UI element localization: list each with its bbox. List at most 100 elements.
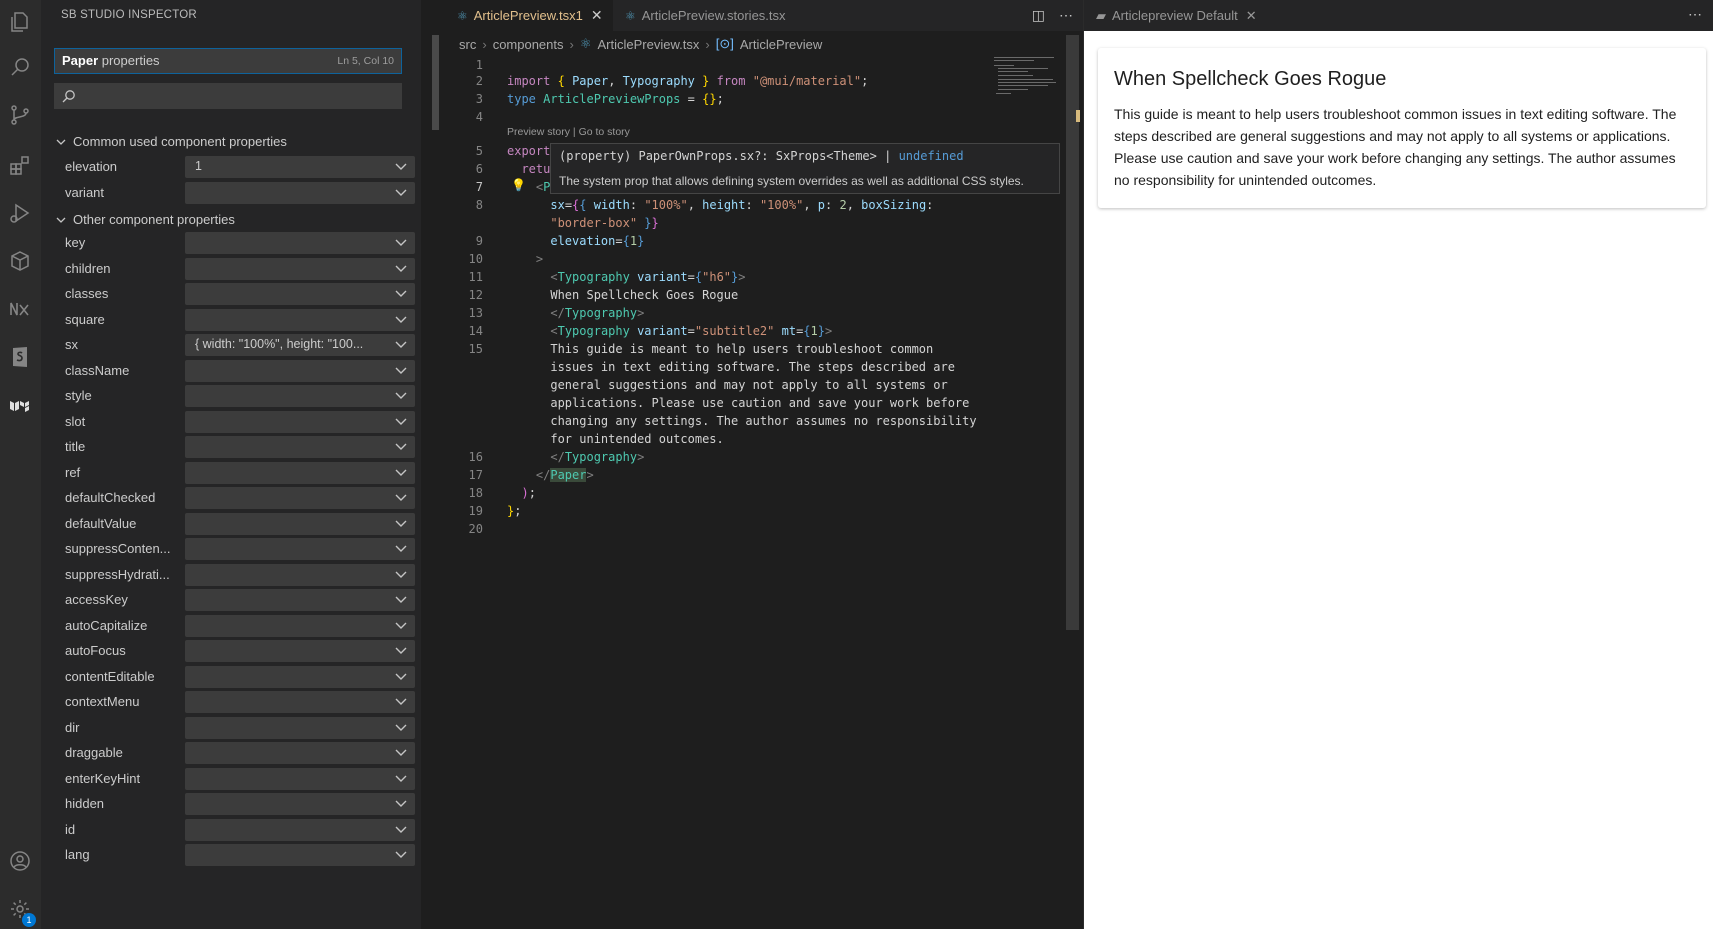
code-line-10[interactable]: > [507, 252, 543, 266]
property-value-select[interactable] [185, 640, 415, 662]
section-other-props[interactable]: Other component properties [55, 212, 235, 227]
property-value-select[interactable] [185, 232, 415, 254]
storybook-codelens[interactable]: Preview story | Go to story [507, 126, 630, 138]
code-line-18[interactable]: ); [507, 486, 535, 500]
property-row: defaultValue [41, 511, 421, 538]
property-value-select[interactable] [185, 716, 415, 739]
code-line-3[interactable]: type ArticlePreviewProps = {}; [507, 92, 724, 106]
code-line-12[interactable]: When Spellcheck Goes Rogue [507, 288, 738, 302]
property-value-select[interactable] [185, 589, 415, 611]
chevron-down-icon [395, 189, 407, 196]
property-label: key [65, 235, 86, 250]
code-line-15f[interactable]: for unintended outcomes. [507, 432, 723, 446]
property-value-select[interactable]: { width: "100%", height: "100... [185, 334, 415, 356]
explorer-icon[interactable] [6, 8, 34, 36]
property-row: ref [41, 460, 421, 487]
property-label: autoCapitalize [65, 617, 148, 633]
source-control-icon[interactable] [6, 101, 34, 129]
code-line-15b[interactable]: issues in text editing software. The ste… [507, 360, 955, 374]
property-value-select[interactable] [185, 691, 415, 713]
property-value-select[interactable] [185, 614, 415, 637]
line-number: 15 [468, 342, 483, 356]
storybook-icon[interactable] [6, 343, 34, 371]
tab-label: ArticlePreview.stories.tsx [641, 8, 786, 23]
code-line-8b[interactable]: "border-box" }} [507, 216, 658, 230]
code-line-11[interactable]: <Typography variant={"h6"}> [507, 270, 745, 284]
property-row: suppressConten... [41, 536, 421, 563]
chevron-down-icon [56, 139, 66, 145]
property-value: 1 [195, 159, 202, 173]
code-line-15a[interactable]: This guide is meant to help users troubl… [507, 342, 933, 356]
property-value-select[interactable] [185, 844, 415, 866]
code-line-17[interactable]: </Paper> [507, 468, 594, 482]
property-label: contextMenu [65, 694, 140, 709]
property-value-select[interactable] [185, 308, 415, 331]
code-line-15c[interactable]: general suggestions and may not apply to… [507, 378, 947, 392]
more-actions-icon[interactable]: ⋯ [1688, 6, 1702, 23]
tab-articlepreview-default[interactable]: ▰ Articlepreview Default ✕ [1090, 0, 1263, 31]
search-icon[interactable] [6, 53, 34, 81]
property-value-select[interactable]: 1 [185, 156, 415, 178]
package-icon[interactable] [6, 247, 34, 275]
property-label: slot [65, 413, 86, 429]
breadcrumb-item[interactable]: src [459, 37, 476, 52]
property-value-select[interactable] [185, 512, 415, 535]
code-line-13[interactable]: </Typography> [507, 306, 644, 320]
property-value-select[interactable] [185, 793, 415, 815]
property-value-select[interactable] [185, 410, 415, 433]
chevron-down-icon [395, 826, 407, 833]
more-actions-icon[interactable]: ⋯ [1059, 7, 1073, 24]
property-value-select[interactable] [185, 359, 415, 382]
scrollbar-warning-marker [1076, 110, 1080, 122]
property-value-select[interactable] [185, 487, 415, 509]
property-value-select[interactable] [185, 742, 415, 764]
property-value-select[interactable] [185, 385, 415, 407]
breadcrumb-item[interactable]: ArticlePreview [740, 37, 822, 52]
property-value-select[interactable] [185, 818, 415, 841]
minimap[interactable] [994, 55, 1069, 105]
editor-scrollbar[interactable] [1066, 35, 1079, 630]
run-debug-icon[interactable] [6, 199, 34, 227]
nx-icon[interactable] [6, 295, 34, 323]
sidebar-scrollbar[interactable] [432, 35, 439, 130]
section-common-props[interactable]: Common used component properties [55, 134, 287, 149]
component-header-field[interactable]: Paper properties Ln 5, Col 10 [54, 48, 402, 74]
property-value-select[interactable] [185, 181, 415, 204]
mui-icon[interactable] [6, 391, 34, 419]
code-line-8a[interactable]: sx={{ width: "100%", height: "100%", p: … [507, 198, 933, 212]
property-value-select[interactable] [185, 665, 415, 688]
property-value-select[interactable] [185, 767, 415, 790]
split-editor-icon[interactable]: ◫ [1032, 7, 1045, 24]
code-line-16[interactable]: </Typography> [507, 450, 644, 464]
lightbulb-icon[interactable]: 💡 [511, 178, 526, 192]
line-number: 17 [468, 468, 483, 482]
breadcrumb-item[interactable]: ArticlePreview.tsx [598, 37, 700, 52]
property-value-select[interactable] [185, 283, 415, 305]
breadcrumb-item[interactable]: components [493, 37, 564, 52]
code-line-15d[interactable]: applications. Please use caution and sav… [507, 396, 969, 410]
property-value-select[interactable] [185, 257, 415, 280]
settings-gear-icon[interactable]: 1 [6, 895, 36, 927]
property-row: autoCapitalize [41, 613, 421, 640]
property-value-select[interactable] [185, 563, 415, 586]
close-icon[interactable]: ✕ [1246, 8, 1257, 24]
close-icon[interactable]: ✕ [591, 7, 603, 24]
property-value-select[interactable] [185, 461, 415, 484]
code-line-2[interactable]: import { Paper, Typography } from "@mui/… [507, 74, 868, 88]
chevron-down-icon [395, 341, 407, 348]
tab-articlepreview-stories[interactable]: ⚛ ArticlePreview.stories.tsx [615, 0, 796, 31]
code-line-14[interactable]: <Typography variant="subtitle2" mt={1}> [507, 324, 832, 338]
tab-label: ArticlePreview.tsx [473, 8, 576, 23]
account-icon[interactable] [6, 847, 34, 875]
code-line-15e[interactable]: changing any settings. The author assume… [507, 414, 976, 428]
tab-articlepreview-tsx[interactable]: ⚛ ArticlePreview.tsx 1 ✕ [447, 0, 613, 31]
code-line-5[interactable]: export [507, 144, 550, 158]
property-search-input[interactable] [54, 83, 402, 109]
property-value-select[interactable] [185, 436, 415, 458]
chevron-down-icon [395, 316, 407, 323]
property-value-select[interactable] [185, 538, 415, 560]
code-line-9[interactable]: elevation={1} [507, 234, 644, 248]
code-line-6[interactable]: retu [507, 162, 550, 176]
code-line-19[interactable]: }; [507, 504, 521, 518]
extensions-icon[interactable] [6, 151, 34, 179]
